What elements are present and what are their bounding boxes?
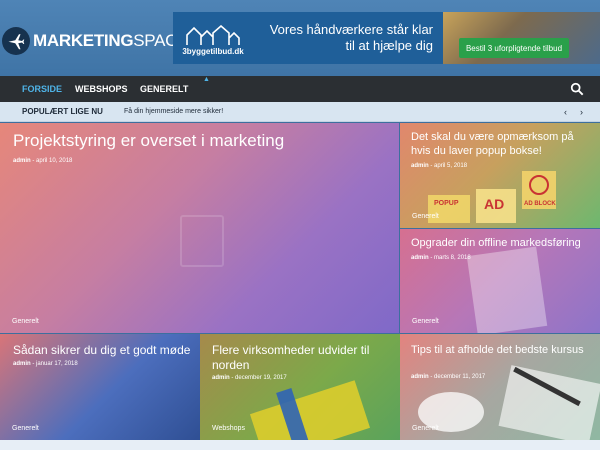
notebook-image [498, 365, 600, 440]
header-ad-banner[interactable]: 3byggetilbud.dk Vores håndværkere står k… [173, 12, 600, 64]
post-meta: admin - december 11, 2017 [411, 374, 486, 380]
post-meta: admin - april 10, 2018 [13, 158, 73, 164]
trending-prev-icon[interactable]: ‹ [564, 102, 567, 122]
post-category[interactable]: Generelt [12, 318, 39, 325]
nav-item-generelt[interactable]: GENERELT [140, 76, 188, 102]
banner-headline-line-1: Vores håndværkere står klar [269, 22, 433, 37]
post-meta: admin - april 5, 2018 [411, 163, 468, 169]
post-date: januar 17, 2018 [36, 361, 78, 367]
post-title[interactable]: Opgrader din offline markedsføring [411, 237, 581, 249]
post-tile[interactable]: POPUP AD AD BLOCK Det skal du være opmær… [400, 123, 600, 228]
post-tile[interactable]: Flere virksomheder udvider til norden ad… [200, 334, 400, 440]
nav-item-webshops[interactable]: WEBSHOPS [75, 76, 128, 102]
banner-headline: Vores håndværkere står klar til at hjælp… [253, 12, 443, 64]
post-title[interactable]: Flere virksomheder udvider til norden [212, 343, 392, 373]
ad-ad-label: AD [484, 196, 504, 212]
page-bottom-strip [0, 440, 600, 450]
post-date: april 10, 2018 [36, 158, 73, 164]
post-date: december 11, 2017 [434, 374, 486, 380]
banner-cta-button[interactable]: Bestil 3 uforpligtende tilbud [459, 38, 569, 58]
paper-image [466, 246, 548, 333]
post-meta: admin - december 19, 2017 [212, 375, 287, 381]
post-category[interactable]: Generelt [412, 213, 439, 220]
ad-popup-label: POPUP [434, 200, 459, 207]
ad-illustration: POPUP AD AD BLOCK [428, 171, 556, 223]
ad-block-label: AD BLOCK [524, 201, 556, 207]
site-header: MARKETINGSPACE 3byggetilbud.dk Vores hån… [0, 0, 600, 76]
post-author[interactable]: admin [13, 361, 31, 367]
house-outline-icon [186, 25, 240, 45]
post-date: december 19, 2017 [235, 375, 287, 381]
post-title[interactable]: Det skal du være opmærksom på hvis du la… [411, 130, 591, 158]
post-category[interactable]: Generelt [412, 318, 439, 325]
post-meta: admin - januar 17, 2018 [13, 361, 78, 367]
post-category[interactable]: Webshops [212, 425, 245, 432]
banner-brand-block: 3byggetilbud.dk [173, 12, 253, 64]
trending-next-icon[interactable]: › [580, 102, 583, 122]
post-title[interactable]: Projektstyring er overset i marketing [13, 131, 284, 151]
post-author[interactable]: admin [411, 255, 429, 261]
post-tile[interactable]: Tips til at afholde det bedste kursus ad… [400, 334, 600, 440]
document-placeholder-icon [180, 215, 224, 267]
post-category[interactable]: Generelt [412, 425, 439, 432]
trending-link[interactable]: Få din hjemmeside mere sikker! [124, 102, 223, 122]
post-date: april 5, 2018 [434, 163, 468, 169]
post-author[interactable]: admin [13, 158, 31, 164]
post-author[interactable]: admin [411, 163, 429, 169]
post-tile[interactable]: Sådan sikrer du dig et godt møde admin -… [0, 334, 200, 440]
trending-bar: POPULÆRT LIGE NU Få din hjemmeside mere … [0, 102, 600, 122]
post-tile-featured[interactable]: Projektstyring er overset i marketing ad… [0, 123, 399, 333]
nav-caret-icon: ▲ [203, 76, 210, 83]
nav-item-forside[interactable]: FORSIDE [22, 76, 62, 102]
main-nav: FORSIDE WEBSHOPS GENERELT ▲ [0, 76, 600, 102]
site-logo-text: MARKETINGSPACE [33, 31, 188, 51]
site-logo[interactable]: MARKETINGSPACE [2, 24, 188, 58]
banner-brand: 3byggetilbud.dk [182, 47, 244, 56]
post-title[interactable]: Tips til at afholde det bedste kursus [411, 343, 591, 357]
post-meta: admin - marts 8, 2018 [411, 255, 471, 261]
search-icon[interactable] [570, 82, 584, 96]
post-author[interactable]: admin [212, 375, 230, 381]
post-date: marts 8, 2018 [434, 255, 471, 261]
banner-headline-line-2: til at hjælpe dig [345, 38, 433, 53]
trending-title: POPULÆRT LIGE NU [22, 107, 103, 116]
logo-part-1: MARKETING [33, 31, 134, 50]
airplane-icon [2, 27, 30, 55]
post-tile[interactable]: Opgrader din offline markedsføring admin… [400, 229, 600, 333]
post-title[interactable]: Sådan sikrer du dig et godt møde [13, 343, 190, 357]
post-author[interactable]: admin [411, 374, 429, 380]
flag-image [249, 380, 371, 440]
post-category[interactable]: Generelt [12, 425, 39, 432]
